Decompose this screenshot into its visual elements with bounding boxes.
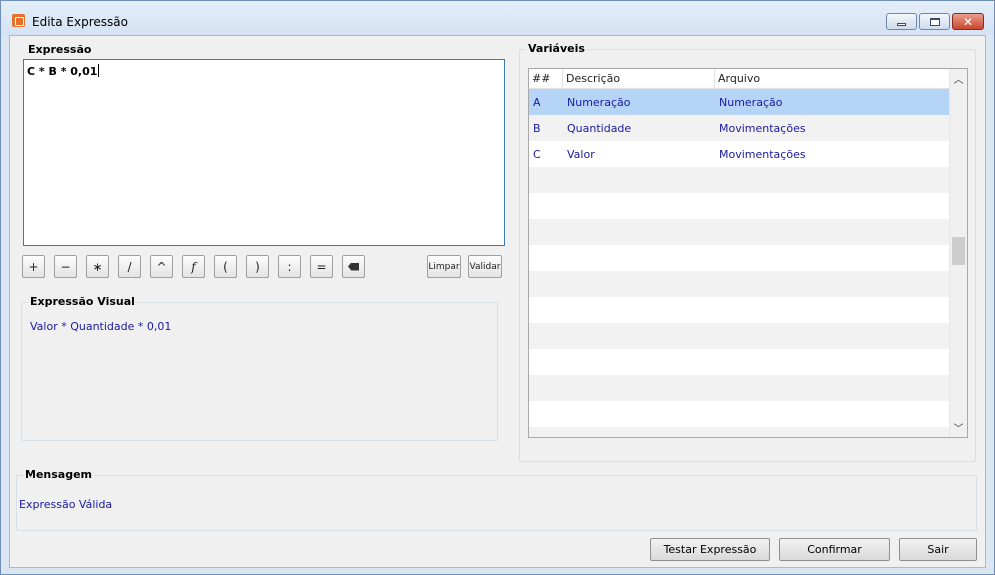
power-button[interactable]: ^ [150,255,173,278]
caption-buttons: ✕ [886,13,984,30]
visual-expression-group: Expressão Visual Valor * Quantidade * 0,… [21,295,498,441]
empty-row [529,375,950,401]
empty-row [529,271,950,297]
cell-id: B [533,121,541,135]
function-label: f [191,259,196,274]
colon-button[interactable]: : [278,255,301,278]
exit-button[interactable]: Sair [899,538,977,561]
close-paren-button[interactable]: ) [246,255,269,278]
test-expression-label: Testar Expressão [663,543,757,556]
empty-row [529,349,950,375]
empty-row [529,323,950,349]
empty-row [529,401,950,427]
app-icon [12,14,25,27]
variables-group: Variáveis ## Descrição Arquivo A Numeraç… [519,42,976,462]
equals-label: = [316,259,327,274]
cell-descricao: Quantidade [567,121,632,135]
clear-button[interactable]: Limpar [427,255,461,278]
operator-toolbar: + − ∗ / ^ f ( ) : = [22,255,365,278]
backspace-icon [348,262,359,271]
backspace-button[interactable] [342,255,365,278]
plus-button[interactable]: + [22,255,45,278]
power-label: ^ [156,259,167,274]
visual-expression-text: Valor * Quantidade * 0,01 [30,320,172,333]
scroll-down-icon[interactable]: ﹀ [950,419,967,436]
close-button[interactable]: ✕ [952,13,984,30]
expression-value: C * B * 0,01 [27,65,98,78]
minimize-button[interactable] [886,13,917,30]
variables-group-title: Variáveis [526,42,587,55]
empty-row [529,167,950,193]
close-icon: ✕ [962,14,974,29]
cell-id: A [533,95,541,109]
plus-label: + [28,259,39,274]
cell-arquivo: Movimentações [719,121,806,135]
maximize-button[interactable] [919,13,950,30]
visual-expression-title: Expressão Visual [28,295,137,308]
expression-editor[interactable]: C * B * 0,01 [23,59,505,246]
divide-button[interactable]: / [118,255,141,278]
empty-row [529,193,950,219]
empty-row [529,245,950,271]
test-expression-button[interactable]: Testar Expressão [650,538,770,561]
minus-label: − [60,259,71,274]
minus-button[interactable]: − [54,255,77,278]
minimize-icon [897,22,906,26]
message-group: Mensagem [16,468,977,531]
empty-row [529,427,950,437]
table-row[interactable]: A Numeração Numeração [529,89,950,115]
open-paren-button[interactable]: ( [214,255,237,278]
column-header-arquivo[interactable]: Arquivo [715,69,950,89]
grid-header: ## Descrição Arquivo [529,69,950,89]
cell-arquivo: Movimentações [719,147,806,161]
message-group-title: Mensagem [23,468,95,481]
confirm-button[interactable]: Confirmar [779,538,890,561]
dialog-client-area: Expressão C * B * 0,01 + − ∗ / ^ f ( ) :… [9,35,986,568]
confirm-label: Confirmar [807,543,862,556]
variables-grid[interactable]: ## Descrição Arquivo A Numeração Numeraç… [528,68,968,438]
vertical-scrollbar[interactable]: ︿ ﹀ [949,69,967,437]
cell-arquivo: Numeração [719,95,783,109]
validate-label: Validar [469,261,501,272]
multiply-button[interactable]: ∗ [86,255,109,278]
edit-expression-window: Edita Expressão ✕ Expressão C * B * 0,01… [0,0,995,575]
multiply-label: ∗ [92,259,103,274]
maximize-icon [929,17,940,26]
grid-rows: A Numeração Numeração B Quantidade Movim… [529,89,950,437]
divide-label: / [127,259,132,274]
column-header-id[interactable]: ## [529,69,563,89]
title-bar: Edita Expressão ✕ [1,1,994,35]
table-row[interactable]: C Valor Movimentações [529,141,950,167]
message-text: Expressão Válida [19,498,113,511]
scroll-up-icon[interactable]: ︿ [950,70,967,87]
open-paren-label: ( [223,259,228,274]
column-header-descricao[interactable]: Descrição [563,69,715,89]
window-title: Edita Expressão [32,15,128,29]
function-button[interactable]: f [182,255,205,278]
clear-label: Limpar [428,261,460,272]
close-paren-label: ) [255,259,260,274]
empty-row [529,297,950,323]
cell-id: C [533,147,541,161]
exit-label: Sair [927,543,949,556]
table-row[interactable]: B Quantidade Movimentações [529,115,950,141]
empty-row [529,219,950,245]
colon-label: : [287,259,292,274]
expression-group-title: Expressão [26,43,94,56]
validate-button[interactable]: Validar [468,255,502,278]
scroll-thumb[interactable] [952,237,965,265]
equals-button[interactable]: = [310,255,333,278]
cell-descricao: Numeração [567,95,631,109]
text-caret [98,64,100,77]
cell-descricao: Valor [567,147,595,161]
